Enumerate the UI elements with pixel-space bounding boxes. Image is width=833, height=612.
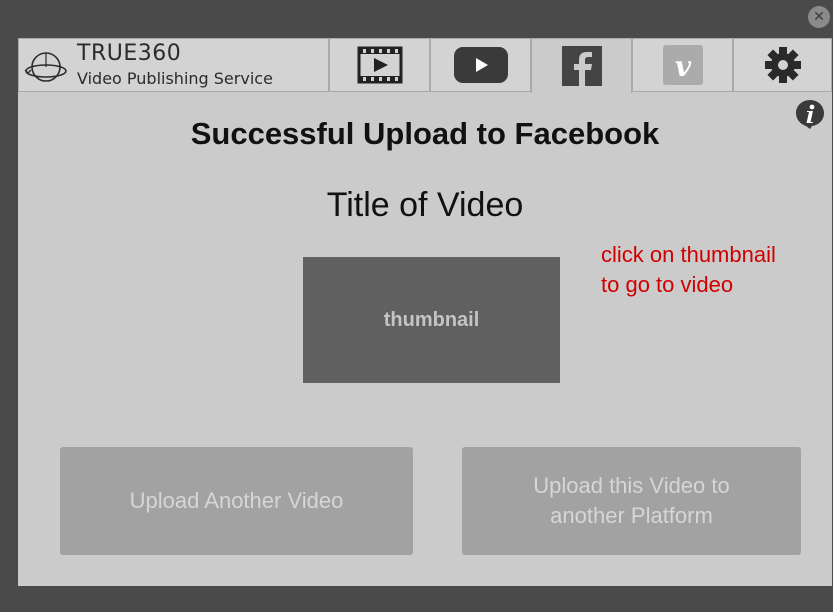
video-title: Title of Video [326,186,524,224]
video-thumbnail[interactable]: thumbnail [303,257,560,383]
tab-facebook[interactable] [531,38,632,93]
tab-bar: TRUE360 Video Publishing Service v [18,38,832,93]
thumbnail-hint: click on thumbnail to go to video [601,242,776,297]
tab-youtube[interactable] [430,38,531,92]
upload-another-label: Upload Another Video [129,488,344,513]
brand-name-true: TRUE [77,41,138,66]
upload-other-platform-label: Upload this Video to another Platform [533,473,730,528]
film-icon [357,46,402,84]
brand-header: TRUE360 Video Publishing Service [18,38,329,92]
youtube-icon [453,47,508,83]
upload-another-button[interactable]: Upload Another Video [60,447,413,555]
tab-settings[interactable] [733,38,832,92]
svg-text:v: v [674,50,691,83]
brand-name-360: 360 [137,41,182,66]
gear-icon [764,47,801,83]
tab-vimeo[interactable]: v [632,38,733,92]
brand-name: TRUE360 [77,41,181,66]
brand-subtitle: Video Publishing Service [77,69,273,88]
publishing-panel: TRUE360 Video Publishing Service v Succe… [18,38,832,586]
upload-other-platform-button[interactable]: Upload this Video to another Platform [462,447,801,555]
true360-logo-icon [24,52,67,82]
close-icon[interactable]: ✕ [808,6,830,28]
vimeo-icon: v [662,45,703,85]
page-title: Successful Upload to Facebook [190,116,660,151]
tab-video-file[interactable] [329,38,430,92]
thumbnail-label: thumbnail [383,308,480,331]
facebook-icon [561,46,602,86]
